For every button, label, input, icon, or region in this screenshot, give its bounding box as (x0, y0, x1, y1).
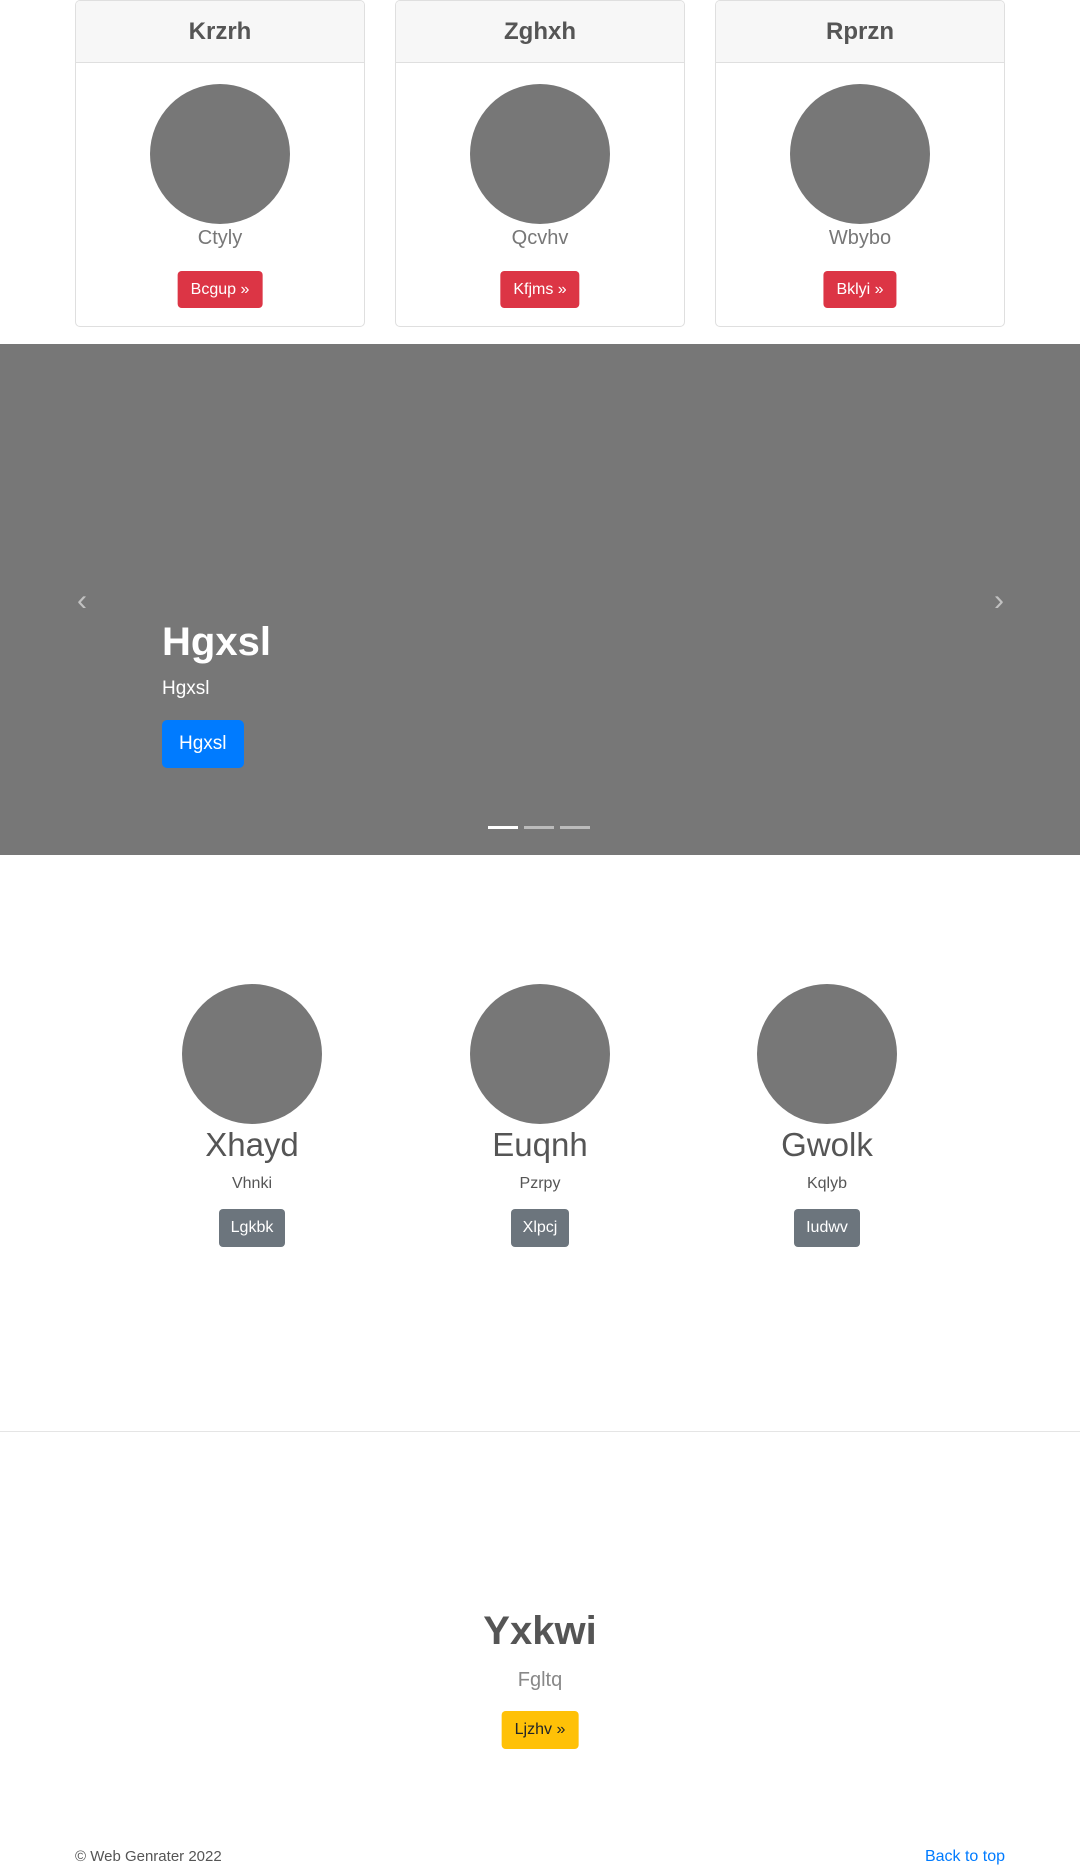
marketing-column: Xhayd Vhnki Lgkbk (152, 984, 352, 1247)
carousel-indicator[interactable] (488, 826, 518, 829)
featurette-button[interactable]: Ljzhv » (501, 1711, 579, 1749)
featurette-text: Fgltq (517, 1669, 563, 1691)
cards-section: Krzrh Ctyly Bcgup » Zghxh Qcvhv Kfjms » … (75, 0, 1005, 327)
card-button[interactable]: Bklyi » (823, 271, 897, 308)
card-button[interactable]: Kfjms » (500, 271, 580, 308)
carousel: ‹ › Hgxsl Hgxsl Hgxsl (0, 344, 1080, 855)
placeholder-image (757, 984, 897, 1124)
chevron-right-icon[interactable]: › (987, 586, 1011, 616)
chevron-left-icon[interactable]: ‹ (70, 586, 94, 616)
placeholder-image (470, 84, 610, 224)
column-text: Kqlyb (806, 1175, 848, 1192)
card-subtitle: Ctyly (197, 227, 243, 249)
column-button[interactable]: Xlpcj (510, 1209, 570, 1247)
placeholder-image (150, 84, 290, 224)
card: Krzrh Ctyly Bcgup » (75, 0, 365, 327)
back-to-top-link[interactable]: Back to top (925, 1848, 1005, 1866)
carousel-indicator[interactable] (560, 826, 590, 829)
card-title: Krzrh (76, 1, 364, 63)
marketing-column: Gwolk Kqlyb Iudwv (727, 984, 927, 1247)
footer-copyright: © Web Genrater 2022 (75, 1848, 222, 1865)
featurette-heading: Yxkwi (483, 1609, 597, 1653)
column-button[interactable]: Iudwv (794, 1209, 860, 1247)
column-title: Euqnh (492, 1126, 588, 1163)
card-title: Rprzn (716, 1, 1004, 63)
carousel-caption-text: Hgxsl (162, 678, 210, 699)
column-text: Pzrpy (519, 1175, 561, 1192)
carousel-indicators (488, 826, 590, 829)
carousel-indicator[interactable] (524, 826, 554, 829)
card: Rprzn Wbybo Bklyi » (715, 0, 1005, 327)
placeholder-image (182, 984, 322, 1124)
card-title: Zghxh (396, 1, 684, 63)
placeholder-image (790, 84, 930, 224)
carousel-caption-title: Hgxsl (162, 620, 271, 664)
card: Zghxh Qcvhv Kfjms » (395, 0, 685, 327)
marketing-column: Euqnh Pzrpy Xlpcj (440, 984, 640, 1247)
card-button[interactable]: Bcgup » (177, 271, 263, 308)
column-title: Gwolk (781, 1126, 873, 1163)
carousel-button[interactable]: Hgxsl (162, 720, 244, 768)
column-text: Vhnki (231, 1175, 273, 1192)
card-subtitle: Wbybo (828, 227, 892, 249)
divider (0, 1431, 1080, 1432)
placeholder-image (470, 984, 610, 1124)
column-button[interactable]: Lgkbk (218, 1209, 286, 1247)
card-subtitle: Qcvhv (511, 227, 569, 249)
column-title: Xhayd (205, 1126, 299, 1163)
